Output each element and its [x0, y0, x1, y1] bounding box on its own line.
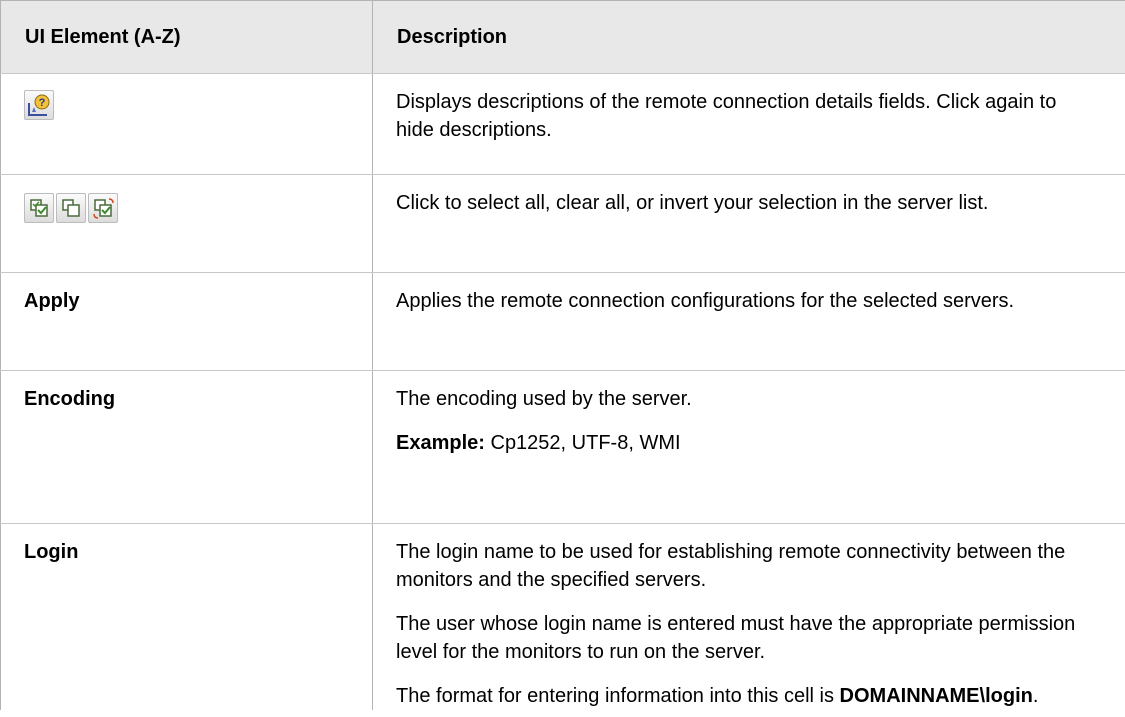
svg-text:?: ?: [39, 97, 46, 109]
ui-element-cell: ?: [0, 73, 373, 175]
description-cell: Click to select all, clear all, or inver…: [372, 174, 1125, 273]
table-row: Encoding The encoding used by the server…: [0, 370, 1125, 524]
description-text: The encoding used by the server.: [396, 388, 692, 410]
description-text: The user whose login name is entered mus…: [396, 613, 1076, 663]
description-cell: The login name to be used for establishi…: [372, 523, 1125, 710]
format-value: DOMAINNAME\login: [839, 685, 1033, 707]
ui-element-name: Login: [0, 523, 373, 710]
description-text: The login name to be used for establishi…: [396, 541, 1066, 591]
description-text: Click to select all, clear all, or inver…: [396, 192, 989, 214]
example-label: Example:: [396, 432, 485, 454]
table-header-row: UI Element (A-Z) Description: [0, 0, 1125, 74]
description-cell: Applies the remote connection configurat…: [372, 272, 1125, 371]
help-descriptions-icon[interactable]: ?: [24, 90, 54, 120]
ui-element-cell: [0, 174, 373, 273]
format-line: The format for entering information into…: [396, 682, 1097, 710]
description-cell: Displays descriptions of the remote conn…: [372, 73, 1125, 175]
example-line: Example: Cp1252, UTF-8, WMI: [396, 429, 1097, 457]
invert-selection-icon[interactable]: [88, 193, 118, 223]
table-row: Click to select all, clear all, or inver…: [0, 174, 1125, 273]
description-text: Displays descriptions of the remote conn…: [396, 91, 1057, 141]
select-all-icon[interactable]: [24, 193, 54, 223]
example-text: Cp1252, UTF-8, WMI: [484, 432, 681, 454]
ui-elements-table: UI Element (A-Z) Description ? Displays …: [0, 0, 1125, 710]
description-text: Applies the remote connection configurat…: [396, 290, 1015, 312]
format-suffix: .: [1032, 685, 1039, 707]
description-cell: The encoding used by the server. Example…: [372, 370, 1125, 524]
table-row: Apply Applies the remote connection conf…: [0, 272, 1125, 371]
table-row: Login The login name to be used for esta…: [0, 523, 1125, 710]
ui-element-name: Encoding: [0, 370, 373, 524]
column-header-description: Description: [372, 0, 1125, 74]
ui-element-name: Apply: [0, 272, 373, 371]
format-intro: The format for entering information into…: [396, 685, 840, 707]
column-header-ui-element: UI Element (A-Z): [0, 0, 373, 74]
clear-all-icon[interactable]: [56, 193, 86, 223]
table-row: ? Displays descriptions of the remote co…: [0, 73, 1125, 175]
